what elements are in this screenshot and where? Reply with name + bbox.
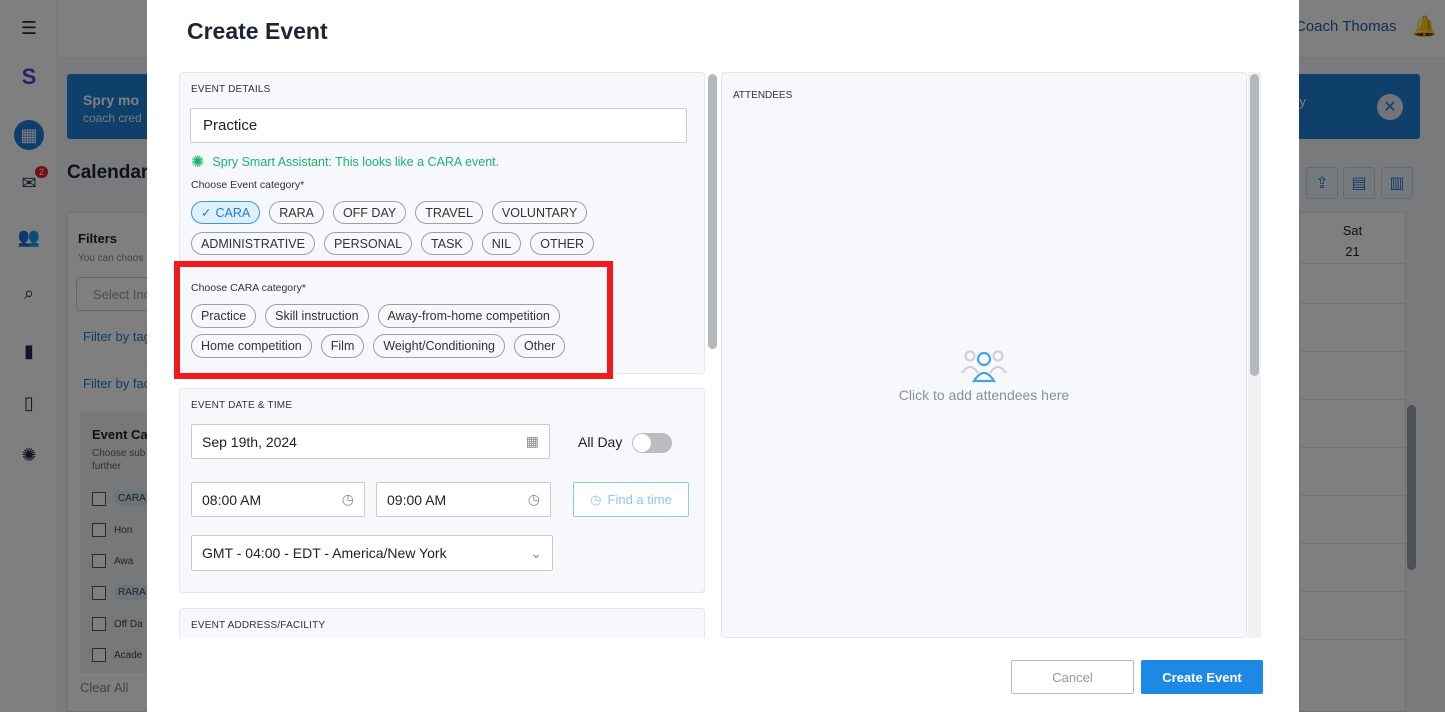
cara-practice[interactable]: Practice (191, 304, 257, 328)
find-a-time-button[interactable]: ◷ Find a time (573, 482, 689, 517)
event-details-label: EVENT DETAILS (191, 84, 271, 95)
lightbulb-icon: ✺ (191, 154, 205, 171)
cara-category-row-1: Practice Skill instruction Away-from-hom… (191, 304, 560, 328)
date-input[interactable]: Sep 19th, 2024 ▦ (191, 424, 550, 459)
form-scrollbar[interactable] (708, 74, 717, 349)
event-title-input[interactable] (190, 108, 687, 143)
event-category-row-2: ADMINISTRATIVE PERSONAL TASK NIL OTHER (191, 232, 594, 255)
attendees-hint[interactable]: Click to add attendees here (722, 387, 1246, 403)
cancel-button[interactable]: Cancel (1011, 660, 1134, 694)
create-event-button[interactable]: Create Event (1141, 660, 1263, 694)
cara-weight-conditioning[interactable]: Weight/Conditioning (373, 334, 506, 358)
category-other[interactable]: OTHER (530, 232, 594, 255)
check-icon: ✓ (201, 206, 212, 220)
event-form-scroll: EVENT DETAILS ✺ Spry Smart Assistant: Th… (179, 72, 719, 638)
cara-skill-instruction[interactable]: Skill instruction (265, 304, 369, 328)
chevron-down-icon: ⌄ (530, 544, 542, 561)
category-administrative[interactable]: ADMINISTRATIVE (191, 232, 315, 255)
timezone-value: GMT - 04:00 - EDT - America/New York (202, 545, 447, 561)
start-time-input[interactable]: 08:00 AM ◷ (191, 482, 365, 517)
cara-away-competition[interactable]: Away-from-home competition (377, 304, 560, 328)
event-category-label: Choose Event category* (191, 179, 305, 191)
category-cara[interactable]: ✓ CARA (191, 201, 261, 224)
category-personal[interactable]: PERSONAL (323, 232, 413, 255)
calendar-icon[interactable]: ▦ (526, 433, 539, 450)
address-label: EVENT ADDRESS/FACILITY (191, 620, 326, 631)
start-time-value: 08:00 AM (202, 491, 262, 508)
category-off-day[interactable]: OFF DAY (332, 201, 407, 224)
category-rara[interactable]: RARA (269, 201, 324, 224)
cara-film[interactable]: Film (320, 334, 365, 358)
date-time-card: EVENT DATE & TIME Sep 19th, 2024 ▦ All D… (179, 388, 705, 593)
category-task[interactable]: TASK (421, 232, 473, 255)
attendees-panel[interactable]: ATTENDEES Click to add attendees here (721, 72, 1247, 638)
category-voluntary[interactable]: VOLUNTARY (491, 201, 588, 224)
all-day-label: All Day (578, 434, 623, 450)
clock-icon: ◷ (341, 491, 354, 507)
event-details-card: EVENT DETAILS ✺ Spry Smart Assistant: Th… (179, 72, 705, 374)
end-time-input[interactable]: 09:00 AM ◷ (376, 482, 551, 517)
group-icon (961, 350, 1007, 383)
category-travel[interactable]: TRAVEL (415, 201, 483, 224)
category-nil[interactable]: NIL (481, 232, 522, 255)
cara-other[interactable]: Other (514, 334, 566, 358)
clock-icon: ◷ (527, 491, 540, 507)
date-value: Sep 19th, 2024 (202, 433, 297, 450)
modal-title: Create Event (187, 18, 328, 44)
create-event-modal: Create Event EVENT DETAILS ✺ Spry Smart … (147, 0, 1299, 712)
end-time-value: 09:00 AM (387, 491, 447, 508)
attendees-label: ATTENDEES (733, 90, 793, 101)
clock-icon: ◷ (590, 491, 602, 507)
timezone-select[interactable]: GMT - 04:00 - EDT - America/New York ⌄ (191, 535, 553, 571)
date-time-label: EVENT DATE & TIME (191, 400, 293, 411)
smart-assistant-hint: ✺ Spry Smart Assistant: This looks like … (191, 152, 499, 172)
cara-category-row-2: Home competition Film Weight/Conditionin… (191, 334, 566, 358)
cara-home-competition[interactable]: Home competition (191, 334, 312, 358)
attendees-scrollbar[interactable] (1250, 74, 1259, 376)
assistant-text: Spry Smart Assistant: This looks like a … (212, 155, 500, 169)
address-card: EVENT ADDRESS/FACILITY (179, 608, 705, 638)
event-category-row-1: ✓ CARA RARA OFF DAY TRAVEL VOLUNTARY (191, 201, 588, 224)
cara-category-label: Choose CARA category* (191, 282, 306, 294)
all-day-toggle[interactable] (632, 433, 672, 453)
